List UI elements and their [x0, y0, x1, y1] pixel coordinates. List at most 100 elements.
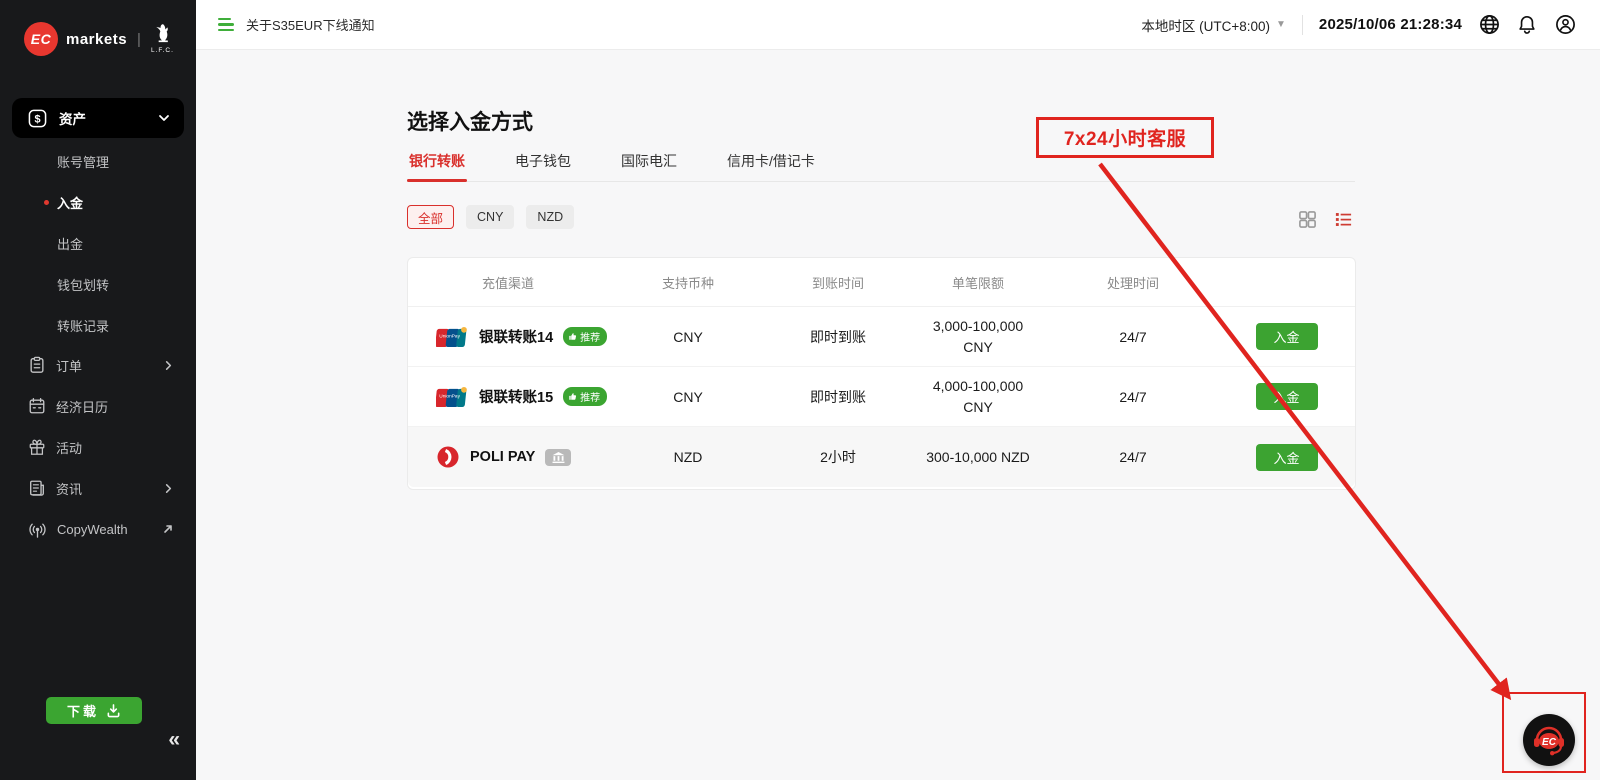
sidebar-item-economic-calendar[interactable]: 经济日历 [0, 386, 196, 426]
arrival-cell: 即时到账 [768, 327, 908, 347]
filter-cny[interactable]: CNY [466, 205, 514, 229]
recommended-badge: 推荐 [563, 327, 607, 346]
news-icon [28, 479, 46, 497]
arrival-cell: 即时到账 [768, 387, 908, 407]
deposit-channels-table: 充值渠道 支持币种 到账时间 单笔限额 处理时间 UnionPay 银联转账14 [407, 257, 1356, 490]
sidebar-item-orders[interactable]: 订单 [0, 345, 196, 385]
svg-text:EC: EC [1542, 737, 1557, 748]
sidebar-item-label: 账号管理 [57, 152, 109, 171]
currency-cell: CNY [608, 329, 768, 345]
ec-logo-icon: EC [24, 22, 58, 56]
chevron-right-icon [163, 360, 174, 371]
sidebar-item-promotions[interactable]: 活动 [0, 427, 196, 467]
language-globe-icon[interactable] [1478, 14, 1500, 36]
download-label: 下载 [67, 701, 99, 720]
sidebar-item-copywealth[interactable]: CopyWealth [0, 509, 196, 549]
lfc-logo: L.F.C. [151, 23, 174, 55]
page-title: 选择入金方式 [407, 106, 533, 136]
deposit-button[interactable]: 入金 [1256, 383, 1318, 410]
channel-name: 银联转账15 [479, 386, 553, 407]
announcement-list-icon[interactable] [218, 18, 234, 32]
sidebar-item-transfer-records[interactable]: 转账记录 [0, 305, 196, 345]
user-profile-icon[interactable] [1554, 14, 1576, 36]
gift-icon [28, 438, 46, 456]
unionpay-logo-icon: UnionPay [436, 326, 469, 348]
channel-name: 银联转账14 [479, 326, 553, 347]
sidebar-item-label: 资产 [59, 108, 158, 128]
deposit-button[interactable]: 入金 [1256, 444, 1318, 471]
download-icon [106, 703, 121, 718]
limit-cell: 3,000-100,000 CNY [908, 316, 1048, 358]
clipboard-icon [28, 356, 46, 374]
notification-text[interactable]: 关于S35EUR下线通知 [246, 15, 375, 34]
sidebar-item-label: CopyWealth [57, 522, 162, 537]
sidebar-item-account-management[interactable]: 账号管理 [0, 141, 196, 181]
notifications-bell-icon[interactable] [1516, 14, 1538, 36]
bank-icon [552, 452, 565, 463]
grid-view-icon[interactable] [1298, 210, 1317, 229]
support-annotation-box: 7x24小时客服 [1036, 117, 1214, 158]
brand-logo: EC markets | L.F.C. [0, 0, 196, 64]
sidebar-item-withdraw[interactable]: 出金 [0, 223, 196, 263]
filter-all[interactable]: 全部 [407, 205, 454, 229]
logo-divider: | [137, 31, 141, 48]
sidebar-item-label: 资讯 [56, 479, 163, 498]
caret-down-icon: ▼ [1276, 19, 1286, 30]
svg-text:UnionPay: UnionPay [439, 333, 460, 339]
tab-ewallet[interactable]: 电子钱包 [513, 149, 573, 181]
sidebar-item-news[interactable]: 资讯 [0, 468, 196, 508]
poli-pay-logo-icon [436, 445, 460, 469]
calendar-icon [28, 397, 46, 415]
timezone-selector[interactable]: 本地时区 (UTC+8:00) ▼ [1141, 15, 1286, 35]
thumbs-up-icon [568, 332, 577, 341]
currency-filters: 全部 CNY NZD [407, 205, 574, 229]
arrival-cell: 2小时 [768, 447, 908, 467]
chevron-down-icon [158, 112, 170, 124]
bank-badge [545, 449, 571, 466]
external-link-icon [162, 523, 174, 535]
deposit-button[interactable]: 入金 [1256, 323, 1318, 350]
sidebar-item-label: 出金 [57, 234, 83, 253]
sidebar-collapse-button[interactable]: « [168, 728, 180, 752]
lfc-label: L.F.C. [151, 48, 174, 55]
sidebar-item-deposit[interactable]: 入金 [0, 182, 196, 222]
sidebar-item-label: 订单 [56, 356, 163, 375]
currency-cell: CNY [608, 389, 768, 405]
sidebar-item-wallet-transfer[interactable]: 钱包划转 [0, 264, 196, 304]
col-limit: 单笔限额 [908, 273, 1048, 292]
list-view-icon[interactable] [1334, 210, 1353, 229]
sidebar-item-label: 活动 [56, 438, 174, 457]
app-window: EC markets | L.F.C. $ 资产 [0, 0, 1600, 780]
recommended-badge: 推荐 [563, 387, 607, 406]
sidebar-item-label: 入金 [57, 193, 83, 212]
unionpay-logo-icon: UnionPay [436, 386, 469, 408]
topbar: 关于S35EUR下线通知 本地时区 (UTC+8:00) ▼ 2025/10/0… [196, 0, 1600, 50]
col-processing: 处理时间 [1048, 273, 1218, 292]
table-row: UnionPay 银联转账15 推荐 CNY 即时到账 4,000-100,00… [408, 367, 1355, 427]
limit-cell: 4,000-100,000 CNY [908, 376, 1048, 418]
thumbs-up-icon [568, 392, 577, 401]
broadcast-icon [28, 520, 47, 539]
currency-cell: NZD [608, 449, 768, 465]
download-button[interactable]: 下载 [46, 697, 142, 724]
filter-nzd[interactable]: NZD [526, 205, 574, 229]
svg-text:$: $ [34, 113, 40, 125]
svg-text:UnionPay: UnionPay [439, 393, 460, 399]
col-currency: 支持币种 [608, 273, 768, 292]
tab-bank-transfer[interactable]: 银行转账 [407, 149, 467, 181]
tab-credit-debit-card[interactable]: 信用卡/借记卡 [725, 149, 817, 181]
tab-international-wire[interactable]: 国际电汇 [619, 149, 679, 181]
customer-service-chat-button[interactable]: EC [1523, 714, 1575, 766]
processing-cell: 24/7 [1048, 449, 1218, 465]
table-row: POLI PAY NZD 2小时 300-10,000 NZD 24/7 入金 [408, 427, 1355, 487]
brand-name: markets [66, 31, 127, 48]
sidebar-item-label: 经济日历 [56, 397, 174, 416]
processing-cell: 24/7 [1048, 329, 1218, 345]
sidebar: EC markets | L.F.C. $ 资产 [0, 0, 196, 780]
chevron-right-icon [163, 483, 174, 494]
active-dot [44, 200, 49, 205]
limit-cell: 300-10,000 NZD [908, 449, 1048, 465]
timezone-label: 本地时区 (UTC+8:00) [1141, 15, 1270, 35]
sidebar-item-assets[interactable]: $ 资产 [12, 98, 184, 138]
sidebar-item-label: 转账记录 [57, 316, 109, 335]
